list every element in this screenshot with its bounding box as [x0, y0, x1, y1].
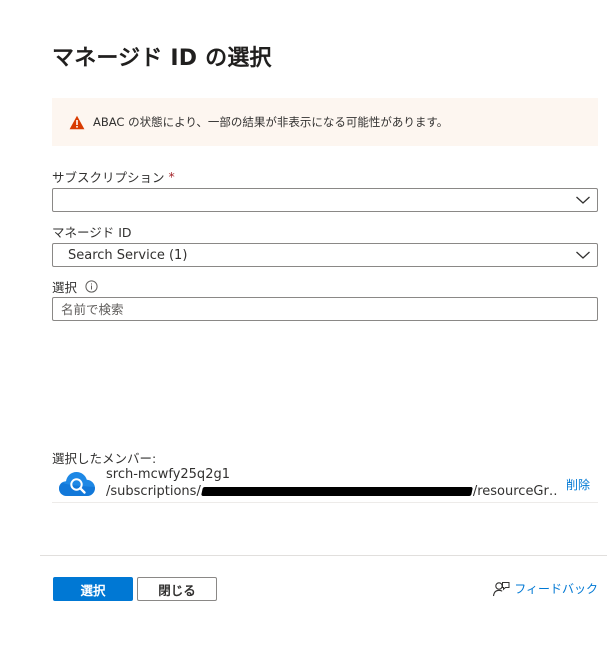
cloud-search-icon — [59, 472, 95, 496]
member-resource-path: /subscriptions/ /resourceGr… — [106, 484, 558, 499]
chevron-down-icon — [576, 196, 590, 204]
warning-icon — [69, 115, 85, 129]
page-title: マネージド ID の選択 — [52, 46, 272, 71]
remove-member-link[interactable]: 削除 — [566, 476, 590, 493]
feedback-link[interactable]: フィードバック — [492, 580, 598, 597]
subscription-label-text: サブスクリプション — [52, 170, 165, 185]
select-label: 選択 — [52, 277, 98, 296]
warning-text: ABAC の状態により、一部の結果が非表示になる可能性があります。 — [93, 115, 449, 129]
select-label-text: 選択 — [52, 280, 78, 295]
close-button[interactable]: 閉じる — [137, 577, 217, 601]
managed-id-value: Search Service (1) — [68, 247, 188, 263]
redaction-bar — [200, 487, 473, 496]
managed-id-label-text: マネージド ID — [52, 225, 132, 240]
chevron-down-icon — [576, 251, 590, 259]
selected-member-row: srch-mcwfy25q2g1 /subscriptions/ /resour… — [52, 465, 598, 503]
required-marker: * — [168, 169, 175, 184]
member-path-suffix: /resourceGr… — [472, 484, 558, 499]
member-name: srch-mcwfy25q2g1 — [106, 467, 230, 482]
select-managed-id-panel: マネージド ID の選択 ABAC の状態により、一部の結果が非表示になる可能性… — [0, 0, 607, 649]
member-path-prefix: /subscriptions/ — [106, 484, 201, 499]
feedback-label: フィードバック — [514, 582, 598, 596]
footer-divider — [40, 555, 607, 556]
search-input[interactable] — [52, 297, 598, 321]
managed-id-dropdown[interactable]: Search Service (1) — [52, 243, 598, 267]
abac-warning-banner: ABAC の状態により、一部の結果が非表示になる可能性があります。 — [52, 98, 598, 146]
select-button[interactable]: 選択 — [53, 577, 133, 601]
managed-id-label: マネージド ID — [52, 222, 132, 241]
info-icon[interactable] — [85, 280, 98, 293]
feedback-icon — [493, 581, 510, 596]
subscription-label: サブスクリプション * — [52, 167, 175, 186]
subscription-dropdown[interactable] — [52, 188, 598, 212]
